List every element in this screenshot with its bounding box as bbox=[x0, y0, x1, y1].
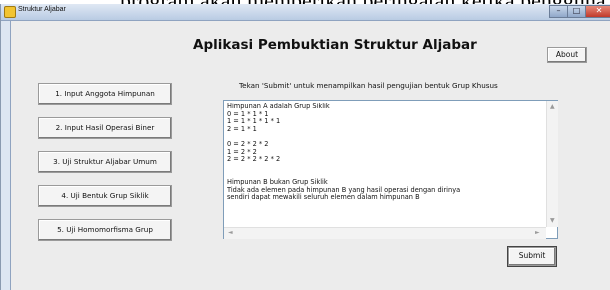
vertical-scrollbar[interactable]: ▲ ▼ bbox=[546, 101, 558, 227]
input-hasil-operasi-biner-button[interactable]: 2. Input Hasil Operasi Biner bbox=[38, 117, 172, 139]
minimize-button[interactable]: – bbox=[549, 5, 568, 18]
result-textarea[interactable]: Himpunan A adalah Grup Siklik 0 = 1 * 1 … bbox=[223, 100, 558, 239]
result-text: Himpunan A adalah Grup Siklik 0 = 1 * 1 … bbox=[227, 103, 461, 202]
app-icon bbox=[4, 6, 16, 18]
uji-struktur-aljabar-umum-button[interactable]: 3. Uji Struktur Aljabar Umum bbox=[38, 151, 172, 173]
scroll-left-icon[interactable]: ◄ bbox=[228, 230, 233, 236]
about-button[interactable]: About bbox=[547, 47, 587, 63]
scroll-up-icon[interactable]: ▲ bbox=[550, 104, 555, 110]
submit-button[interactable]: Submit bbox=[507, 246, 557, 267]
horizontal-scrollbar[interactable]: ◄ ► bbox=[224, 227, 546, 239]
window-frame-left bbox=[1, 21, 11, 290]
uji-homomorfisma-grup-button[interactable]: 5. Uji Homomorfisma Grup bbox=[38, 219, 172, 241]
close-button[interactable]: ✕ bbox=[585, 5, 610, 18]
maximize-button[interactable]: □ bbox=[567, 5, 586, 18]
instruction-text: Tekan 'Submit' untuk menampilkan hasil p… bbox=[239, 81, 498, 90]
window-title: Struktur Aljabar bbox=[18, 6, 66, 13]
app-heading: Aplikasi Pembuktian Struktur Aljabar bbox=[193, 37, 477, 53]
scroll-down-icon[interactable]: ▼ bbox=[550, 218, 555, 224]
scroll-right-icon[interactable]: ► bbox=[535, 230, 540, 236]
title-bar[interactable]: Struktur Aljabar – □ ✕ bbox=[1, 4, 610, 21]
app-window: Struktur Aljabar – □ ✕ Aplikasi Pembukti… bbox=[0, 4, 610, 290]
input-anggota-himpunan-button[interactable]: 1. Input Anggota Himpunan bbox=[38, 83, 172, 105]
uji-bentuk-grup-siklik-button[interactable]: 4. Uji Bentuk Grup Siklik bbox=[38, 185, 172, 207]
